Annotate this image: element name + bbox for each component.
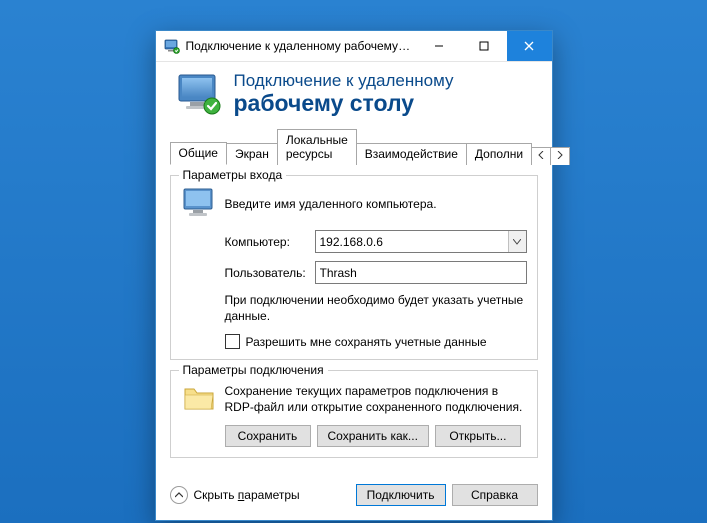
folder-icon xyxy=(181,381,219,417)
tab-panel-general: Параметры входа Введите имя удаленного к… xyxy=(156,165,552,474)
dialog-footer: Скрыть параметры Подключить Справка xyxy=(156,474,552,520)
login-settings-group: Параметры входа Введите имя удаленного к… xyxy=(170,175,538,360)
user-row: Пользователь: xyxy=(181,261,527,284)
tab-general[interactable]: Общие xyxy=(170,142,227,165)
desktop-background: Подключение к удаленному рабочему с... xyxy=(0,0,707,523)
chevron-down-icon xyxy=(513,239,521,245)
save-credentials-label: Разрешить мне сохранять учетные данные xyxy=(246,335,487,349)
help-button[interactable]: Справка xyxy=(452,484,538,506)
dialog-title-line2: рабочему столу xyxy=(234,91,454,116)
save-button[interactable]: Сохранить xyxy=(225,425,311,447)
dialog-title-line1: Подключение к удаленному xyxy=(234,72,454,91)
tabs-container: Общие Экран Локальные ресурсы Взаимодейс… xyxy=(156,128,552,165)
tab-scroll-left[interactable] xyxy=(531,147,551,165)
connection-desc-row: Сохранение текущих параметров подключени… xyxy=(181,381,527,417)
computer-dropdown-button[interactable] xyxy=(508,231,526,252)
tabs: Общие Экран Локальные ресурсы Взаимодейс… xyxy=(170,128,538,165)
computer-icon xyxy=(181,186,219,222)
close-button[interactable] xyxy=(507,31,552,61)
dialog-header: Подключение к удаленному рабочему столу xyxy=(156,62,552,128)
hide-options-link[interactable]: Скрыть параметры xyxy=(170,486,300,504)
rdp-dialog-window: Подключение к удаленному рабочему с... xyxy=(155,30,553,521)
computer-combobox[interactable] xyxy=(315,230,527,253)
connection-buttons: Сохранить Сохранить как... Открыть... xyxy=(181,425,527,447)
titlebar-controls xyxy=(417,31,552,61)
minimize-button[interactable] xyxy=(417,31,462,61)
tab-experience[interactable]: Взаимодействие xyxy=(356,143,467,165)
credentials-note: При подключении необходимо будет указать… xyxy=(181,292,527,324)
connect-button[interactable]: Подключить xyxy=(356,484,446,506)
rdp-monitor-icon xyxy=(176,72,222,116)
login-settings-title: Параметры входа xyxy=(179,168,287,182)
titlebar-text: Подключение к удаленному рабочему с... xyxy=(186,39,417,53)
tab-display[interactable]: Экран xyxy=(226,143,278,165)
user-label: Пользователь: xyxy=(181,266,315,280)
hide-options-text: Скрыть параметры xyxy=(194,488,300,502)
titlebar[interactable]: Подключение к удаленному рабочему с... xyxy=(156,31,552,62)
footer-buttons: Подключить Справка xyxy=(356,484,538,506)
save-credentials-row[interactable]: Разрешить мне сохранять учетные данные xyxy=(181,334,527,349)
connection-settings-group: Параметры подключения Сохранение текущих… xyxy=(170,370,538,458)
computer-row: Компьютер: xyxy=(181,230,527,253)
connection-desc: Сохранение текущих параметров подключени… xyxy=(225,383,527,415)
tab-scroll-right[interactable] xyxy=(550,147,570,165)
instruction-row: Введите имя удаленного компьютера. xyxy=(181,186,527,222)
computer-label: Компьютер: xyxy=(181,235,315,249)
dialog-title-block: Подключение к удаленному рабочему столу xyxy=(234,72,454,116)
computer-input[interactable] xyxy=(316,231,508,252)
instruction-text: Введите имя удаленного компьютера. xyxy=(225,197,437,211)
open-button[interactable]: Открыть... xyxy=(435,425,521,447)
tab-advanced[interactable]: Дополни xyxy=(466,143,532,165)
save-credentials-checkbox[interactable] xyxy=(225,334,240,349)
user-input[interactable] xyxy=(315,261,527,284)
chevron-up-icon xyxy=(170,486,188,504)
app-icon xyxy=(164,38,180,54)
maximize-button[interactable] xyxy=(462,31,507,61)
tab-local-resources[interactable]: Локальные ресурсы xyxy=(277,129,357,165)
connection-settings-title: Параметры подключения xyxy=(179,363,328,377)
save-as-button[interactable]: Сохранить как... xyxy=(317,425,429,447)
